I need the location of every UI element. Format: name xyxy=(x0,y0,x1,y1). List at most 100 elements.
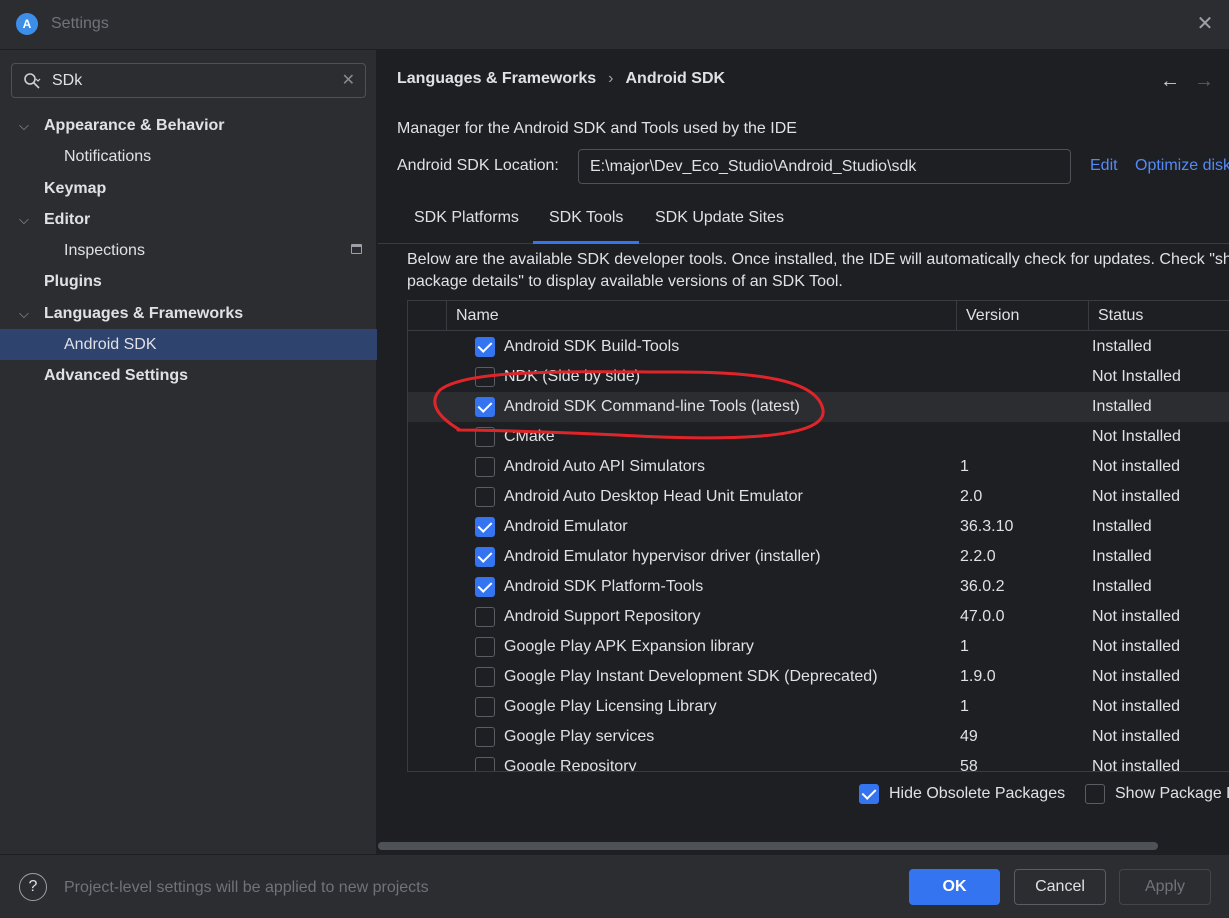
cell-status: Not Installed xyxy=(1092,368,1181,385)
row-checkbox[interactable] xyxy=(475,667,495,687)
cell-status: Not installed xyxy=(1092,698,1181,715)
close-icon[interactable]: ✕ xyxy=(1193,12,1217,36)
row-checkbox[interactable] xyxy=(475,607,495,627)
hide-obsolete-label: Hide Obsolete Packages xyxy=(889,785,1066,802)
row-checkbox[interactable] xyxy=(475,457,495,477)
sidebar-item-plugins[interactable]: Plugins xyxy=(0,266,377,297)
column-header-name[interactable]: Name xyxy=(446,301,956,331)
search-icon xyxy=(24,73,41,89)
settings-sidebar: ✕ ⌵ Appearance & Behavior Notifications … xyxy=(0,50,377,854)
cancel-button[interactable]: Cancel xyxy=(1014,869,1106,905)
table-row[interactable]: Android Support Repository 47.0.0 Not inst… xyxy=(408,602,1229,632)
sdk-location-field[interactable]: E:\major\Dev_Eco_Studio\Android_Studio\s… xyxy=(578,149,1071,184)
sidebar-item-languages-frameworks[interactable]: ⌵ Languages & Frameworks xyxy=(0,298,377,329)
cell-status: Not installed xyxy=(1092,728,1181,745)
horizontal-scrollbar[interactable] xyxy=(378,842,1158,850)
cell-version: 58 xyxy=(960,758,978,772)
breadcrumb-item[interactable]: Languages & Frameworks xyxy=(397,70,596,87)
row-checkbox[interactable] xyxy=(475,367,495,387)
cell-status: Installed xyxy=(1092,548,1152,565)
forward-arrow-icon[interactable]: → xyxy=(1194,70,1214,93)
sidebar-item-appearance-behavior[interactable]: ⌵ Appearance & Behavior xyxy=(0,110,377,141)
search-input[interactable] xyxy=(52,70,332,92)
cell-version: 1 xyxy=(960,638,969,655)
show-details-checkbox[interactable] xyxy=(1085,784,1105,804)
table-row[interactable]: CMake Not Installed xyxy=(408,422,1229,452)
cell-status: Not installed xyxy=(1092,488,1181,505)
table-row[interactable]: Android SDK Build-Tools Installed xyxy=(408,332,1229,362)
column-header-status[interactable]: Status xyxy=(1088,301,1229,331)
settings-search[interactable]: ✕ xyxy=(11,63,366,98)
table-row[interactable]: Android Auto API Simulators 1 Not installe… xyxy=(408,452,1229,482)
cell-status: Not installed xyxy=(1092,668,1181,685)
table-row[interactable]: Google Play Instant Development SDK (Dep… xyxy=(408,662,1229,692)
optimize-disk-link[interactable]: Optimize disk space xyxy=(1135,157,1229,175)
row-checkbox[interactable] xyxy=(475,637,495,657)
table-row[interactable]: Android Emulator hypervisor driver (inst… xyxy=(408,542,1229,572)
column-header-version[interactable]: Version xyxy=(956,301,1088,331)
table-row[interactable]: NDK (Side by side) Not Installed xyxy=(408,362,1229,392)
clear-search-icon[interactable]: ✕ xyxy=(342,70,355,92)
cell-version: 1 xyxy=(960,458,969,475)
tab-sdk-platforms[interactable]: SDK Platforms xyxy=(398,195,535,244)
cell-version: 36.3.10 xyxy=(960,518,1014,535)
cell-name: Google Play APK Expansion library xyxy=(504,638,754,655)
help-icon[interactable]: ? xyxy=(19,873,47,901)
sidebar-item-inspections[interactable]: Inspections xyxy=(0,235,377,266)
edit-link[interactable]: Edit xyxy=(1090,157,1118,175)
table-row[interactable]: Android SDK Command-line Tools (latest) I… xyxy=(408,392,1229,422)
cell-name: Android Emulator xyxy=(504,518,628,535)
table-row[interactable]: Android Auto Desktop Head Unit Emulator 2… xyxy=(408,482,1229,512)
sidebar-item-label: Languages & Frameworks xyxy=(44,305,244,322)
chevron-down-icon[interactable]: ⌵ xyxy=(19,110,35,141)
row-checkbox[interactable] xyxy=(475,427,495,447)
cell-status: Installed xyxy=(1092,398,1152,415)
row-checkbox[interactable] xyxy=(475,757,495,771)
cell-name: Google Play Instant Development SDK (Dep… xyxy=(504,668,878,685)
table-row[interactable]: Android SDK Platform-Tools 36.0.2 Installe… xyxy=(408,572,1229,602)
sidebar-item-label: Advanced Settings xyxy=(44,367,189,384)
chevron-down-icon[interactable]: ⌵ xyxy=(19,204,35,235)
sidebar-item-notifications[interactable]: Notifications xyxy=(0,141,377,172)
cell-version: 36.0.2 xyxy=(960,578,1005,595)
tab-sdk-tools[interactable]: SDK Tools xyxy=(533,195,640,244)
row-checkbox[interactable] xyxy=(475,337,495,357)
sidebar-item-editor[interactable]: ⌵ Editor xyxy=(0,204,377,235)
row-checkbox[interactable] xyxy=(475,697,495,717)
table-row[interactable]: Google Repository 58 Not installed xyxy=(408,752,1229,772)
table-row[interactable]: Android Emulator 36.3.10 Installed xyxy=(408,512,1229,542)
chevron-down-icon[interactable]: ⌵ xyxy=(19,298,35,329)
cell-name: NDK (Side by side) xyxy=(504,368,641,385)
cell-name: Google Play services xyxy=(504,728,655,745)
sdk-location-label: Android SDK Location: xyxy=(397,157,559,174)
chevron-right-icon: › xyxy=(608,70,614,87)
tools-info-text: Below are the available SDK developer to… xyxy=(407,249,1229,293)
apply-button[interactable]: Apply xyxy=(1119,869,1211,905)
row-checkbox[interactable] xyxy=(475,547,495,567)
sdk-tools-table: Name Version Status Android SDK Build-To… xyxy=(407,300,1229,772)
table-row[interactable]: Google Play services 49 Not installed xyxy=(408,722,1229,752)
ok-button[interactable]: OK xyxy=(909,869,1000,905)
table-row[interactable]: Google Play Licensing Library 1 Not instal… xyxy=(408,692,1229,722)
row-checkbox[interactable] xyxy=(475,487,495,507)
table-row[interactable]: Google Play APK Expansion library 1 Not in… xyxy=(408,632,1229,662)
cell-status: Not installed xyxy=(1092,758,1181,772)
breadcrumb: Languages & Frameworks › Android SDK xyxy=(397,70,725,88)
sidebar-item-advanced-settings[interactable]: Advanced Settings xyxy=(0,360,377,391)
row-checkbox[interactable] xyxy=(475,727,495,747)
row-checkbox[interactable] xyxy=(475,577,495,597)
cell-status: Not installed xyxy=(1092,608,1181,625)
cell-name: Android SDK Build-Tools xyxy=(504,338,680,355)
cell-status: Not Installed xyxy=(1092,428,1181,445)
sidebar-item-android-sdk[interactable]: Android SDK xyxy=(0,329,377,360)
sidebar-item-label: Editor xyxy=(44,211,91,228)
back-arrow-icon[interactable]: ← xyxy=(1160,70,1180,93)
row-checkbox[interactable] xyxy=(475,397,495,417)
tab-sdk-update-sites[interactable]: SDK Update Sites xyxy=(639,195,800,244)
sidebar-item-keymap[interactable]: Keymap xyxy=(0,173,377,204)
hide-obsolete-checkbox[interactable] xyxy=(859,784,879,804)
table-header: Name Version Status xyxy=(408,301,1229,331)
cell-name: Android Emulator hypervisor driver (inst… xyxy=(504,548,821,565)
cell-status: Not installed xyxy=(1092,458,1181,475)
row-checkbox[interactable] xyxy=(475,517,495,537)
